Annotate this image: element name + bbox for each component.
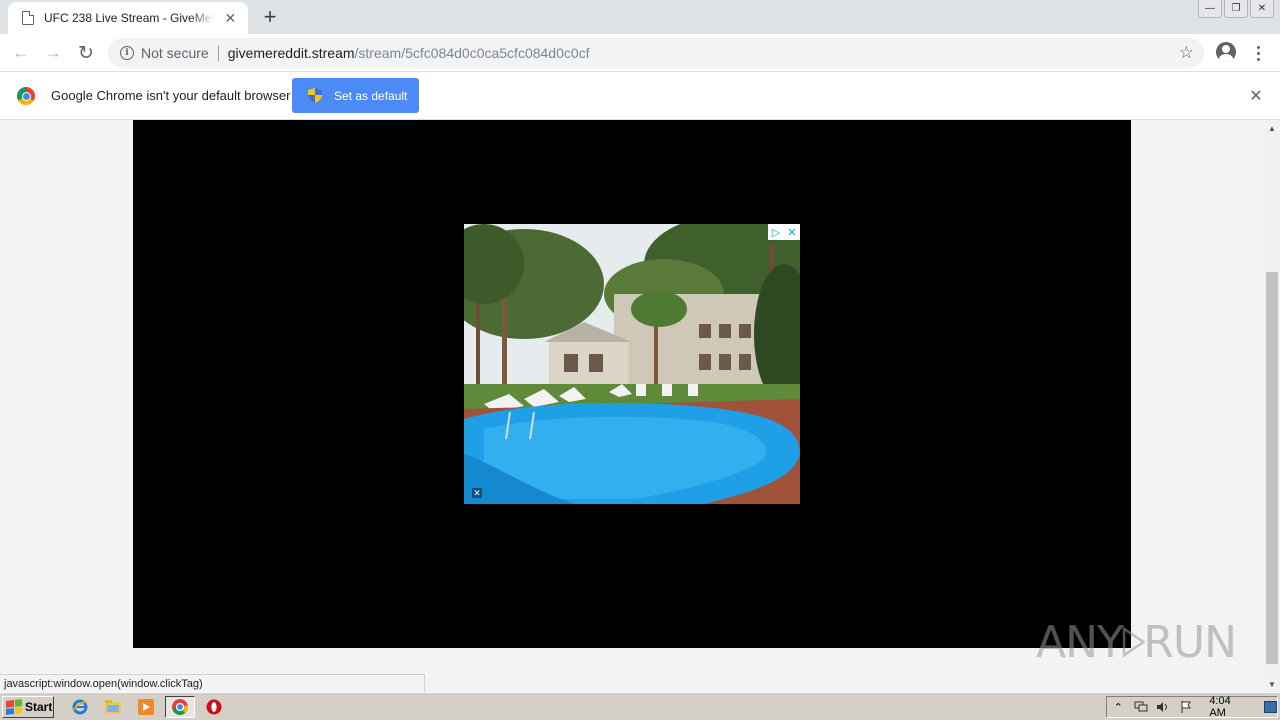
network-icon[interactable] bbox=[1134, 700, 1149, 714]
watermark-text-right: RUN bbox=[1143, 616, 1237, 668]
ad-choices-icon[interactable]: ▷ bbox=[768, 224, 784, 240]
scroll-thumb[interactable] bbox=[1266, 272, 1278, 664]
scroll-up-arrow-icon[interactable]: ▲ bbox=[1264, 120, 1280, 136]
scroll-down-arrow-icon[interactable]: ▼ bbox=[1264, 676, 1280, 692]
minimize-button[interactable]: — bbox=[1198, 0, 1222, 18]
set-as-default-label: Set as default bbox=[334, 88, 408, 103]
watermark-text-left: ANY bbox=[1036, 616, 1124, 668]
tab-close-icon[interactable]: ✕ bbox=[221, 8, 240, 28]
show-hidden-icons-icon[interactable]: ⌃ bbox=[1111, 700, 1126, 714]
system-tray: ⌃ 4:04 AM bbox=[1106, 695, 1278, 719]
ad-close-icon[interactable]: ✕ bbox=[784, 224, 800, 240]
volume-icon[interactable] bbox=[1156, 700, 1171, 714]
video-player[interactable]: ▷ ✕ ✕ bbox=[133, 120, 1131, 648]
show-desktop-icon[interactable] bbox=[1264, 701, 1278, 713]
start-label: Start bbox=[25, 700, 53, 714]
internet-explorer-icon[interactable] bbox=[71, 698, 89, 716]
ad-image[interactable] bbox=[464, 224, 800, 504]
opera-icon[interactable] bbox=[205, 698, 223, 716]
tab-title: UFC 238 Live Stream - GiveMeReddit.strea… bbox=[44, 11, 215, 25]
url-host: givemereddit.stream bbox=[227, 45, 355, 61]
back-button[interactable]: ← bbox=[8, 40, 34, 66]
uac-shield-icon bbox=[308, 88, 322, 103]
omnibox-separator bbox=[217, 45, 219, 61]
tab-active[interactable]: UFC 238 Live Stream - GiveMeReddit.strea… bbox=[8, 2, 248, 34]
start-button[interactable]: Start bbox=[2, 696, 54, 718]
link-status-bubble: javascript:window.open(window.clickTag) bbox=[0, 674, 425, 693]
anyrun-watermark: ANY RUN bbox=[1036, 606, 1237, 678]
ad-banner[interactable]: ▷ ✕ ✕ bbox=[464, 224, 800, 504]
ad-small-close-icon[interactable]: ✕ bbox=[472, 488, 482, 498]
info-icon[interactable]: i bbox=[120, 46, 134, 60]
security-label: Not secure bbox=[141, 45, 209, 61]
window-controls: — ❐ ✕ bbox=[1198, 0, 1274, 18]
page-icon bbox=[22, 11, 34, 25]
bookmark-star-icon[interactable]: ☆ bbox=[1179, 43, 1194, 63]
tab-strip: UFC 238 Live Stream - GiveMeReddit.strea… bbox=[0, 0, 1280, 34]
infobar-message: Google Chrome isn't your default browser bbox=[51, 88, 291, 103]
default-browser-infobar: Google Chrome isn't your default browser… bbox=[0, 72, 1280, 120]
windows-logo-icon bbox=[6, 699, 22, 715]
chrome-taskbar-icon[interactable] bbox=[171, 698, 189, 716]
action-center-flag-icon[interactable] bbox=[1179, 700, 1194, 714]
file-explorer-icon[interactable] bbox=[104, 698, 122, 716]
chrome-logo-icon bbox=[17, 87, 35, 105]
forward-button[interactable]: → bbox=[40, 40, 66, 66]
chrome-menu-icon[interactable] bbox=[1250, 42, 1266, 64]
watermark-play-icon bbox=[1122, 626, 1146, 658]
profile-avatar-icon[interactable] bbox=[1216, 42, 1236, 62]
restore-button[interactable]: ❐ bbox=[1224, 0, 1248, 18]
new-tab-button[interactable]: + bbox=[258, 4, 282, 29]
windows-taskbar: Start ⌃ 4:04 AM bbox=[0, 692, 1280, 720]
media-player-icon[interactable] bbox=[137, 698, 155, 716]
infobar-close-icon[interactable]: ✕ bbox=[1246, 86, 1266, 106]
browser-toolbar: ← → ↻ i Not secure givemereddit.stream/s… bbox=[0, 34, 1280, 72]
close-window-button[interactable]: ✕ bbox=[1250, 0, 1274, 18]
page-scrollbar[interactable]: ▲ ▼ bbox=[1264, 120, 1280, 692]
taskbar-clock[interactable]: 4:04 AM bbox=[1209, 695, 1246, 719]
ad-choices[interactable]: ▷ ✕ bbox=[768, 224, 800, 240]
reload-button[interactable]: ↻ bbox=[73, 40, 99, 66]
url-path: /stream/5cfc084d0c0ca5cfc084d0c0cf bbox=[354, 45, 590, 61]
address-bar[interactable]: i Not secure givemereddit.stream/stream/… bbox=[108, 38, 1204, 68]
set-as-default-button[interactable]: Set as default bbox=[292, 78, 419, 113]
